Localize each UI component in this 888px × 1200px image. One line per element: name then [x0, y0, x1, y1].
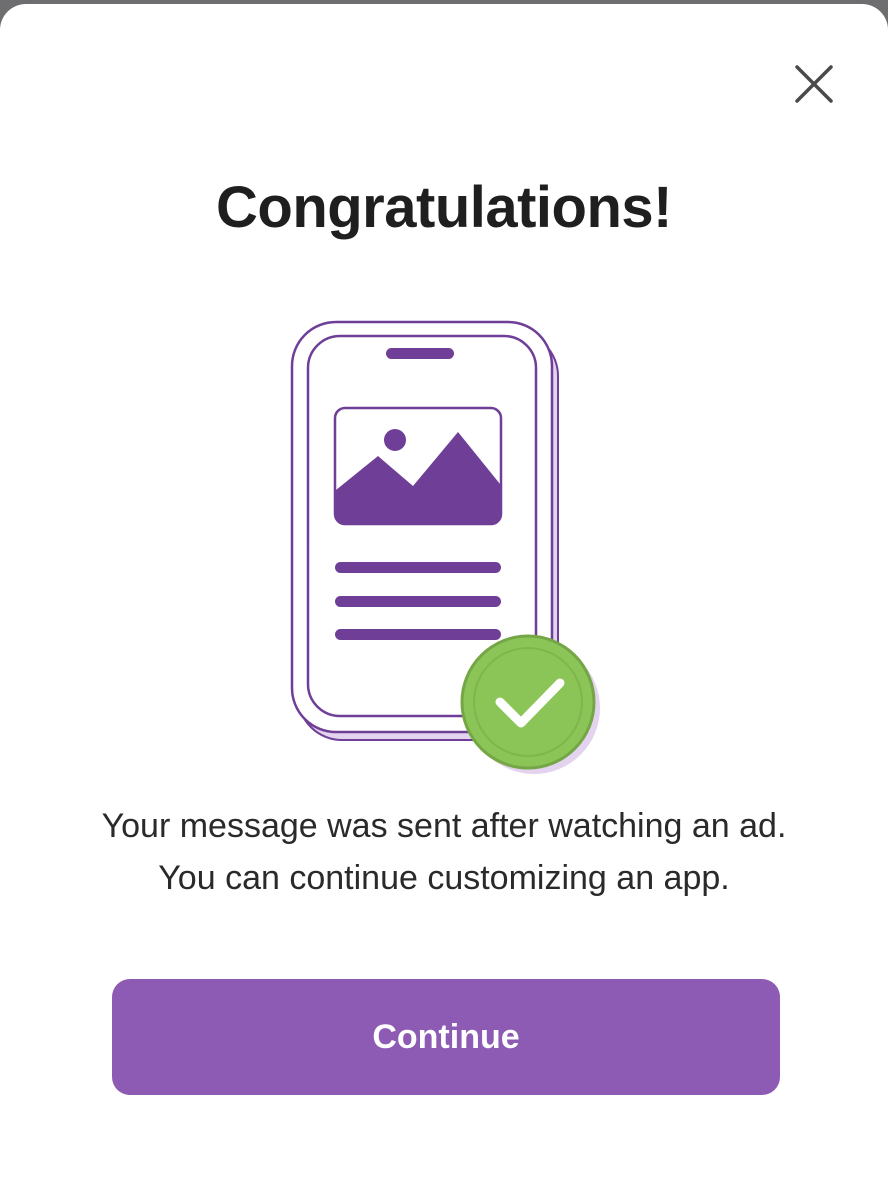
- dialog-title: Congratulations!: [216, 175, 672, 240]
- phone-ad-illustration: [290, 320, 600, 774]
- close-icon: [795, 65, 833, 103]
- checkmark-icon: [460, 634, 600, 774]
- dialog-message: Your message was sent after watching an …: [40, 800, 848, 904]
- close-button[interactable]: [786, 56, 842, 112]
- message-line: Your message was sent after watching an …: [101, 807, 787, 845]
- text-line: [335, 596, 501, 607]
- message-line: You can continue customizing an app.: [158, 859, 730, 897]
- continue-button[interactable]: Continue: [112, 979, 780, 1095]
- congratulations-dialog: Congratulations! Your message was sent a: [0, 4, 888, 1200]
- image-icon: [333, 406, 503, 526]
- text-line: [335, 629, 501, 640]
- text-line: [335, 562, 501, 573]
